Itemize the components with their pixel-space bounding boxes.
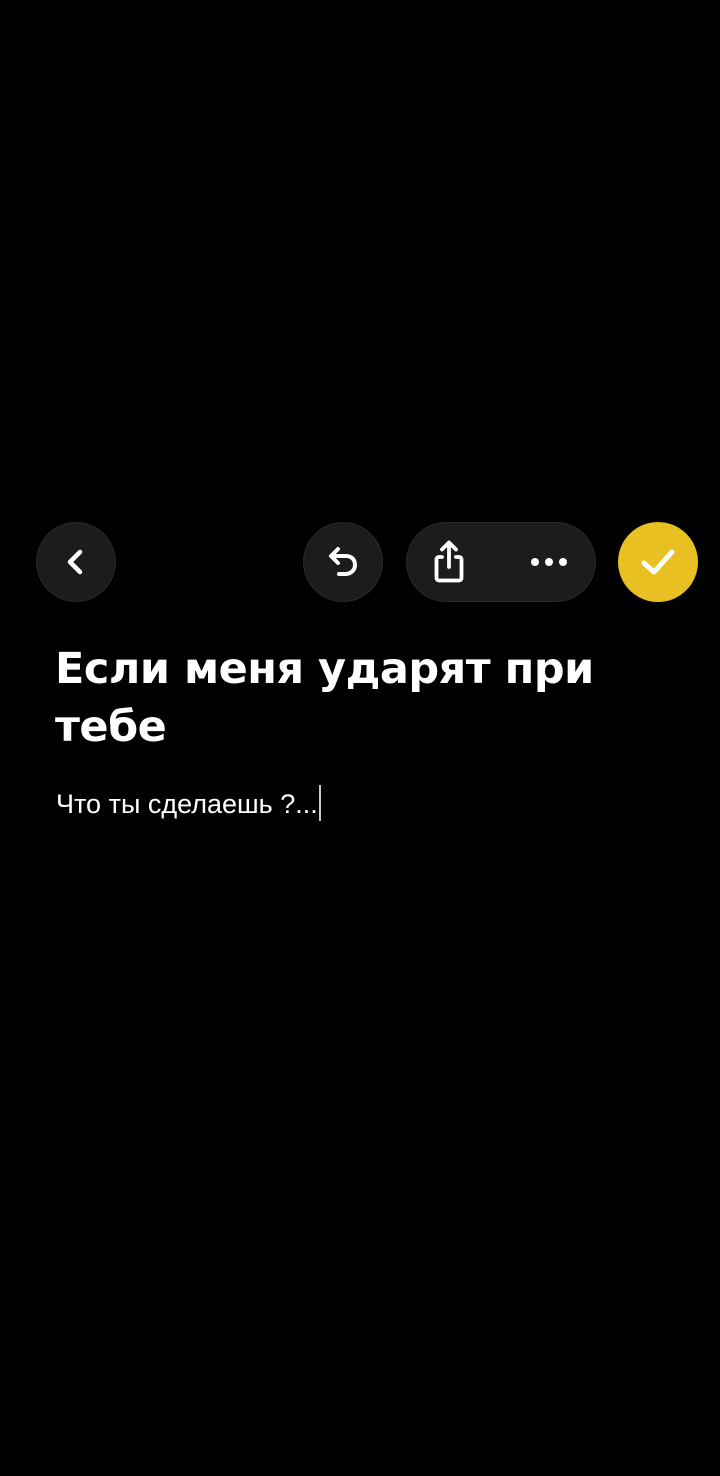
- note-title[interactable]: Если меня ударят при тебе: [55, 640, 685, 756]
- share-button[interactable]: [406, 522, 492, 602]
- more-button[interactable]: [506, 522, 592, 602]
- chevron-left-icon: [61, 547, 91, 577]
- share-icon: [429, 539, 469, 585]
- ellipsis-icon: [529, 557, 569, 567]
- text-cursor: [318, 785, 321, 821]
- done-button[interactable]: [618, 522, 698, 602]
- undo-icon: [323, 542, 363, 582]
- note-body[interactable]: Что ты сделаешь ?...: [56, 784, 321, 824]
- actions-pill: [406, 522, 596, 602]
- note-body-text: Что ты сделаешь ?...: [56, 789, 318, 819]
- checkmark-icon: [638, 542, 678, 582]
- back-button[interactable]: [36, 522, 116, 602]
- undo-button[interactable]: [303, 522, 383, 602]
- note-toolbar: [0, 521, 720, 603]
